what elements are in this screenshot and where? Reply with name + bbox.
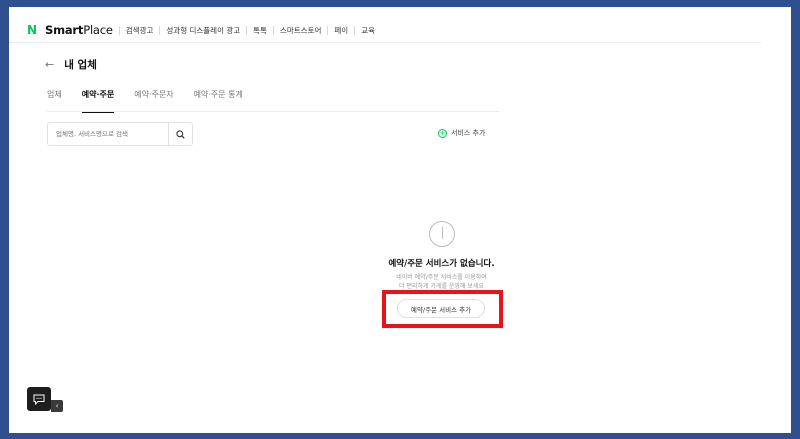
add-service-link[interactable]: + 서비스 추가	[438, 128, 485, 138]
chevron-left-icon[interactable]: ‹	[51, 400, 63, 412]
search-button[interactable]	[168, 123, 192, 145]
tab-business[interactable]: 업체	[47, 89, 62, 113]
page-header: ← 내 업체	[45, 57, 97, 72]
tab-bar: 업체 예약·주문 예약·주문자 예약·주문 통계	[47, 89, 263, 113]
add-service-label: 서비스 추가	[451, 129, 486, 137]
menu-search-ads[interactable]: 검색광고	[118, 25, 160, 35]
empty-state-desc-line1: 네이버 예약/주문 서비스를 이용하여	[396, 274, 487, 281]
search-input[interactable]	[48, 123, 168, 145]
menu-talktalk[interactable]: 톡톡	[246, 25, 273, 35]
tab-statistics[interactable]: 예약·주문 통계	[194, 89, 243, 113]
chat-button[interactable]	[27, 387, 51, 411]
logo-text-light: Place	[83, 23, 113, 37]
logo-text-bold: Smart	[45, 23, 84, 37]
exclamation-circle-icon	[428, 221, 455, 247]
menu-education[interactable]: 교육	[354, 25, 381, 35]
plus-circle-icon: +	[438, 128, 447, 138]
naver-logo-icon: N	[27, 23, 38, 37]
search-box	[47, 122, 193, 146]
arrow-left-icon[interactable]: ←	[45, 58, 54, 71]
empty-state-title: 예약/주문 서비스가 없습니다.	[388, 259, 495, 269]
page-content: N SmartPlace 검색광고 성과형 디스플레이 광고 톡톡 스마트스토어…	[9, 7, 791, 433]
top-navigation: N SmartPlace 검색광고 성과형 디스플레이 광고 톡톡 스마트스토어…	[27, 19, 767, 41]
tab-customers[interactable]: 예약·주문자	[134, 89, 173, 113]
empty-state: 예약/주문 서비스가 없습니다. 네이버 예약/주문 서비스를 이용하여 더 편…	[349, 221, 534, 291]
menu-smartstore[interactable]: 스마트스토어	[272, 25, 327, 35]
smartplace-logo[interactable]: N SmartPlace	[27, 23, 113, 37]
top-menu: 검색광고 성과형 디스플레이 광고 톡톡 스마트스토어 페이 교육	[118, 25, 381, 35]
header-divider	[9, 42, 761, 43]
tab-divider	[47, 111, 499, 112]
menu-pay[interactable]: 페이	[327, 25, 354, 35]
menu-display-ads[interactable]: 성과형 디스플레이 광고	[159, 25, 246, 35]
add-reservation-service-button[interactable]: 예약/주문 서비스 추가	[397, 299, 485, 318]
logo-text: SmartPlace	[45, 23, 113, 37]
chat-bubble-icon	[33, 394, 45, 405]
tab-reservation-order[interactable]: 예약·주문	[81, 89, 115, 113]
page-title: 내 업체	[64, 59, 97, 71]
search-icon	[176, 129, 185, 139]
